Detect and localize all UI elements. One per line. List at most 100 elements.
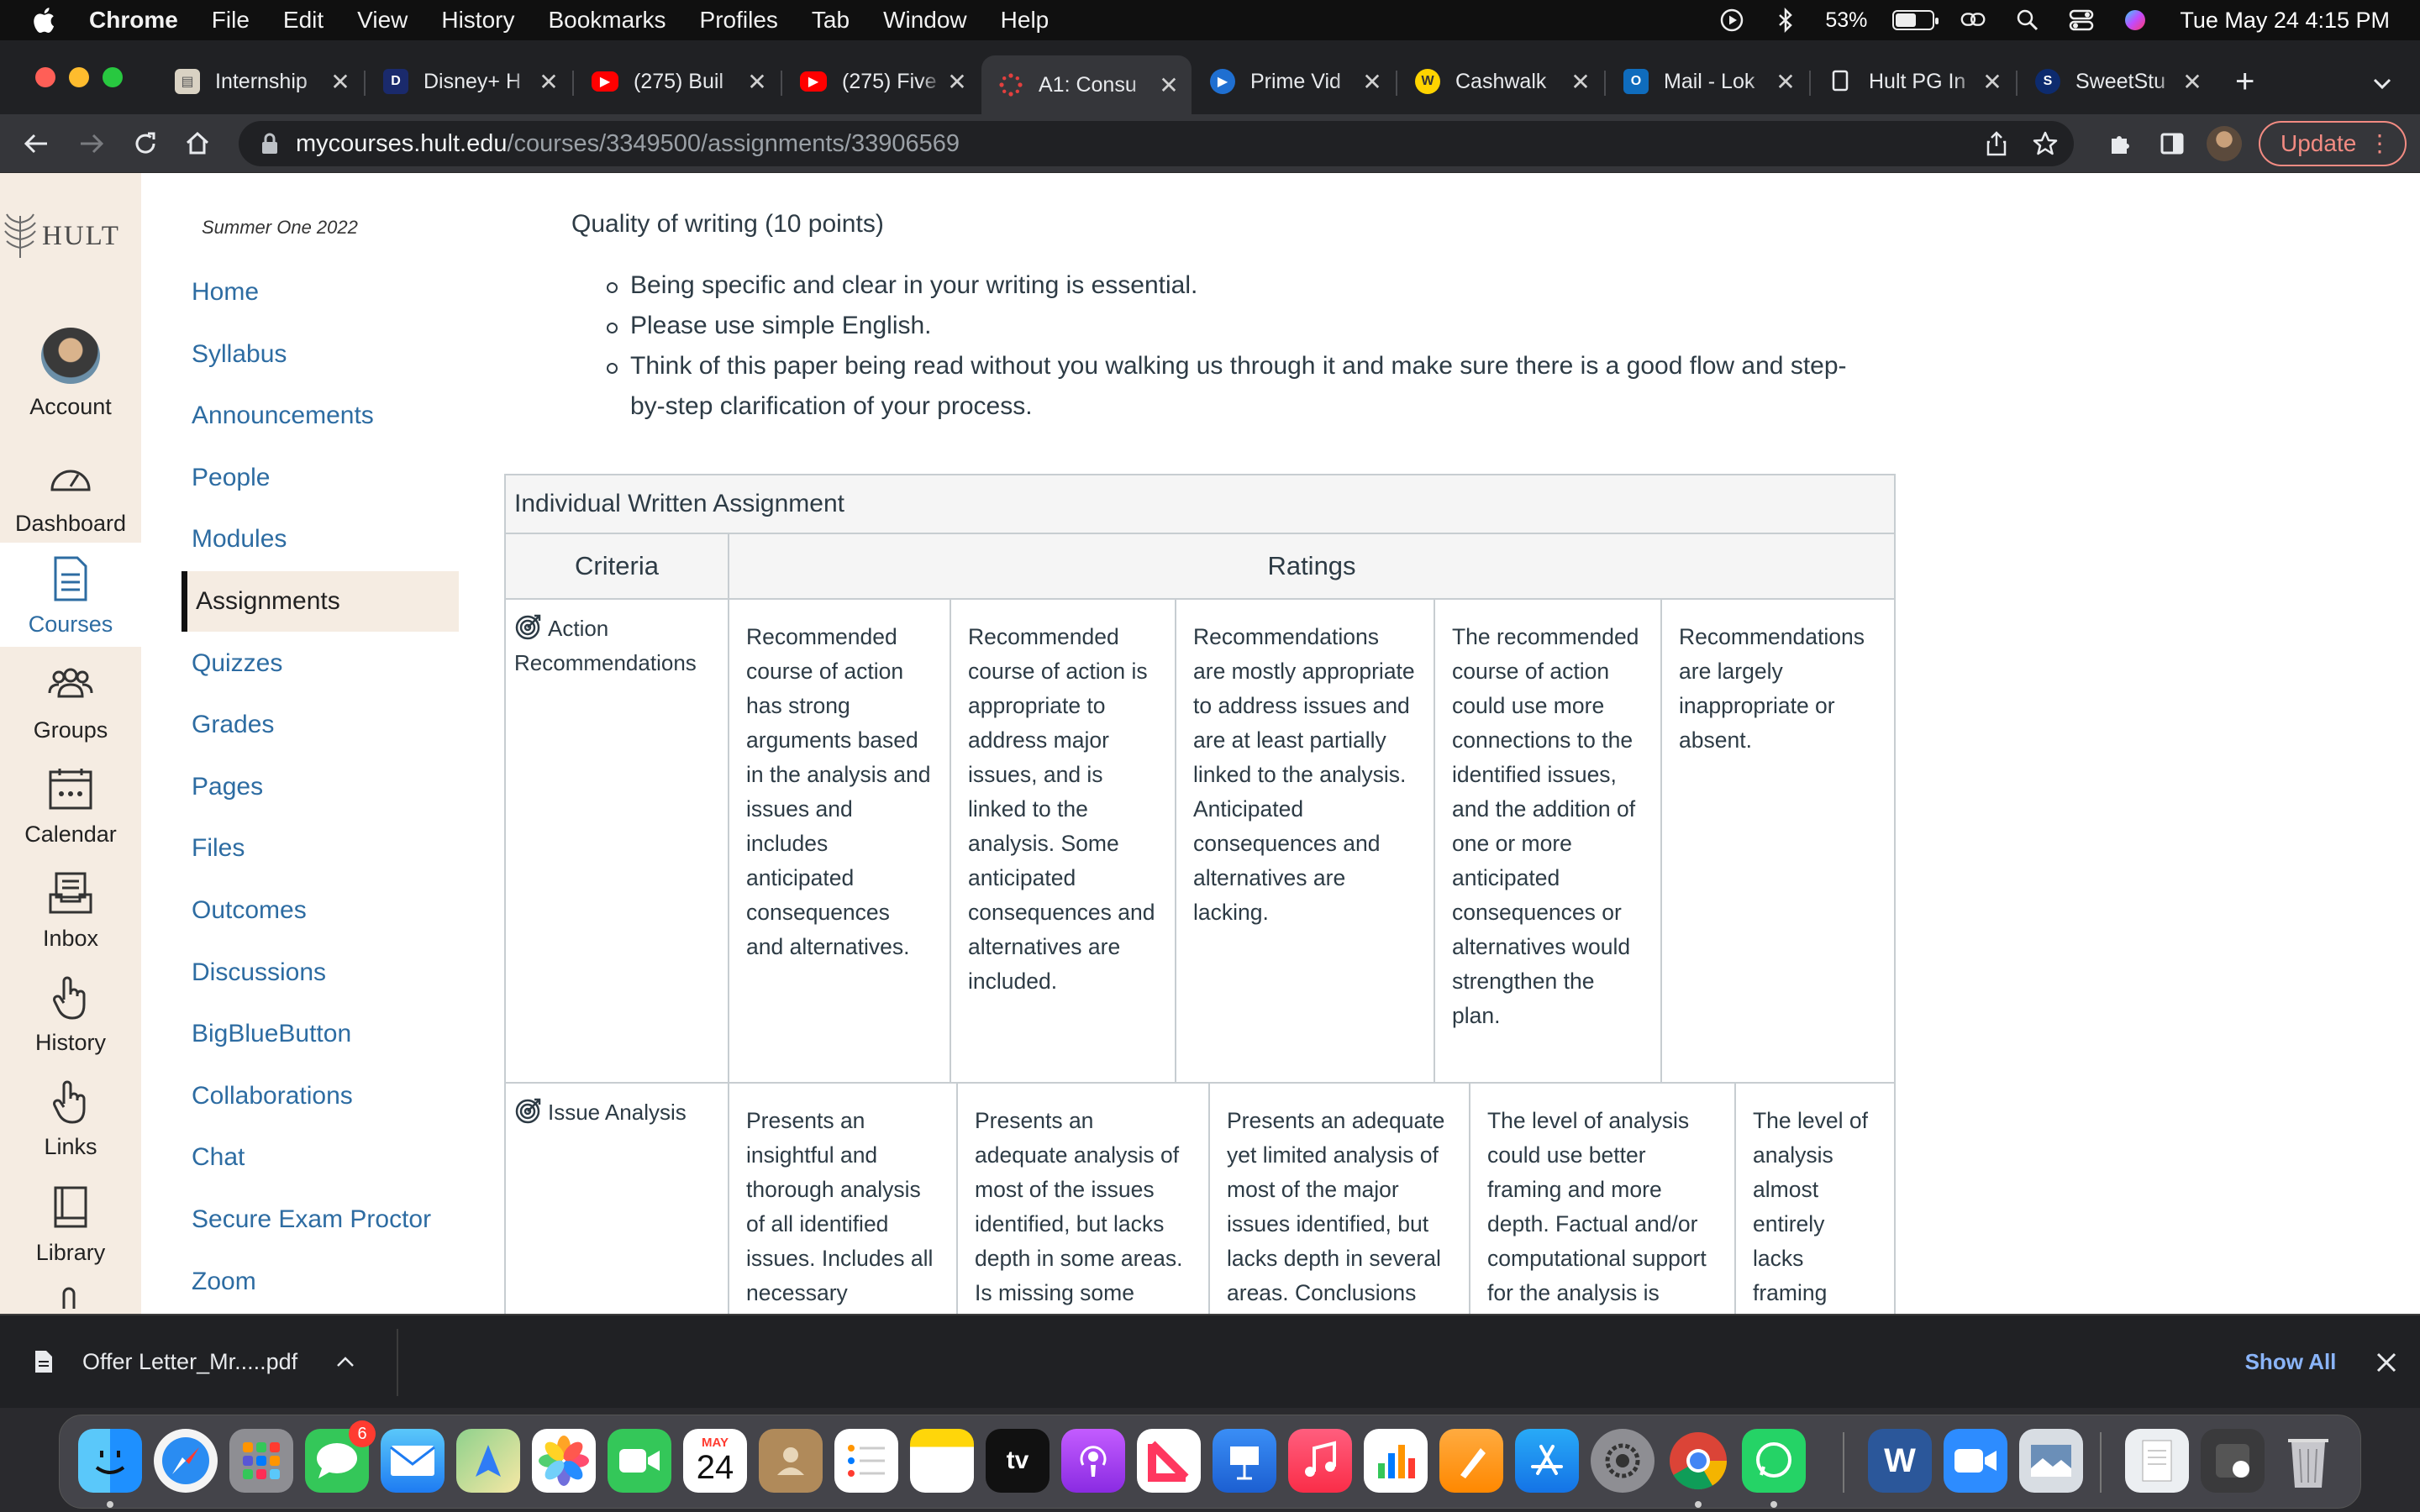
numbers-icon[interactable] xyxy=(1364,1429,1428,1493)
course-nav-chat[interactable]: Chat xyxy=(192,1127,469,1188)
global-nav-links[interactable]: Links xyxy=(0,1065,141,1169)
global-nav-more[interactable] xyxy=(0,1280,141,1314)
tab-sweetstudy[interactable]: S SweetStu ✕ xyxy=(2018,55,2215,108)
global-nav-dashboard[interactable]: Dashboard xyxy=(0,442,141,546)
course-nav-syllabus[interactable]: Syllabus xyxy=(192,324,469,385)
menu-help[interactable]: Help xyxy=(1001,7,1050,34)
apple-icon[interactable] xyxy=(30,5,60,35)
course-nav-outcomes[interactable]: Outcomes xyxy=(192,880,469,941)
launchpad-icon[interactable] xyxy=(229,1429,293,1493)
menu-edit[interactable]: Edit xyxy=(283,7,324,34)
extensions-puzzle-icon[interactable] xyxy=(2104,128,2136,160)
address-bar[interactable]: mycourses.hult.edu/courses/3349500/assig… xyxy=(239,121,2074,166)
course-nav-modules[interactable]: Modules xyxy=(192,509,469,570)
close-tab-icon[interactable]: ✕ xyxy=(1566,68,1595,96)
menu-bar-clock[interactable]: Tue May 24 4:15 PM xyxy=(2180,8,2390,34)
close-tab-icon[interactable]: ✕ xyxy=(943,68,971,96)
finder-icon[interactable] xyxy=(78,1429,142,1493)
download-item[interactable]: Offer Letter_Mr.....pdf xyxy=(34,1341,355,1383)
chevron-up-icon[interactable] xyxy=(336,1356,355,1368)
contacts-icon[interactable] xyxy=(759,1429,823,1493)
course-nav-pages[interactable]: Pages xyxy=(192,757,469,817)
tab-youtube-1[interactable]: ▶ (275) Buil ✕ xyxy=(575,55,780,108)
menu-chrome[interactable]: Chrome xyxy=(89,7,178,34)
photos-icon[interactable] xyxy=(532,1429,596,1493)
downloads-stack-icon[interactable] xyxy=(2201,1429,2265,1493)
course-nav-secure-exam-proctor[interactable]: Secure Exam Proctor xyxy=(192,1189,469,1250)
course-nav-people[interactable]: People xyxy=(192,448,469,508)
close-tab-icon[interactable]: ✕ xyxy=(1771,68,1800,96)
zoom-window-button[interactable] xyxy=(103,67,123,87)
menu-view[interactable]: View xyxy=(357,7,408,34)
menu-history[interactable]: History xyxy=(441,7,514,34)
news-icon[interactable] xyxy=(1137,1429,1201,1493)
bluetooth-icon[interactable] xyxy=(1771,8,1800,33)
pages-icon[interactable] xyxy=(1439,1429,1503,1493)
podcasts-icon[interactable] xyxy=(1061,1429,1125,1493)
spotlight-search-icon[interactable] xyxy=(2013,8,2042,33)
tab-a1-consulting[interactable]: A1: Consu ✕ xyxy=(981,55,1192,114)
new-tab-button[interactable]: + xyxy=(2235,65,2254,98)
safari-icon[interactable] xyxy=(154,1429,218,1493)
menu-tab[interactable]: Tab xyxy=(812,7,850,34)
close-tab-icon[interactable]: ✕ xyxy=(1155,71,1183,99)
close-tab-icon[interactable]: ✕ xyxy=(2178,68,2207,96)
menu-window[interactable]: Window xyxy=(883,7,967,34)
battery-icon[interactable] xyxy=(1892,10,1939,30)
reminders-icon[interactable] xyxy=(834,1429,898,1493)
close-tab-icon[interactable]: ✕ xyxy=(1978,68,2007,96)
play-circle-icon[interactable] xyxy=(1718,8,1746,33)
course-nav-collaborations[interactable]: Collaborations xyxy=(192,1066,469,1126)
course-nav-zoom[interactable]: Zoom xyxy=(192,1252,469,1312)
side-panel-icon[interactable] xyxy=(2156,128,2188,160)
menu-profiles[interactable]: Profiles xyxy=(700,7,778,34)
close-tab-icon[interactable]: ✕ xyxy=(534,68,563,96)
close-tab-icon[interactable]: ✕ xyxy=(326,68,355,96)
siri-icon[interactable] xyxy=(2121,8,2149,33)
calendar-app-icon[interactable]: MAY 24 xyxy=(683,1429,747,1493)
facetime-icon[interactable] xyxy=(608,1429,671,1493)
global-nav-inbox[interactable]: Inbox xyxy=(0,857,141,961)
course-nav-announcements[interactable]: Announcements xyxy=(192,386,469,446)
course-nav-discussions[interactable]: Discussions xyxy=(192,942,469,1003)
tab-disney[interactable]: D Disney+ H ✕ xyxy=(366,55,571,108)
maps-icon[interactable] xyxy=(456,1429,520,1493)
menu-file[interactable]: File xyxy=(212,7,250,34)
course-nav-assignments[interactable]: Assignments xyxy=(182,571,459,632)
update-button[interactable]: Update ⋮ xyxy=(2259,121,2407,166)
tab-hult-pg[interactable]: Hult PG In ✕ xyxy=(1812,55,2015,108)
course-nav-quizzes[interactable]: Quizzes xyxy=(192,633,469,694)
microsoft-word-icon[interactable]: W xyxy=(1868,1429,1932,1493)
lock-icon[interactable] xyxy=(260,132,279,155)
apple-tv-icon[interactable]: tv xyxy=(986,1429,1050,1493)
control-center-icon[interactable] xyxy=(2067,8,2096,33)
global-nav-account[interactable]: Account xyxy=(0,316,141,420)
close-tab-icon[interactable]: ✕ xyxy=(743,68,771,96)
screen-mirroring-icon[interactable] xyxy=(1960,8,1988,33)
course-nav-bigbluebutton[interactable]: BigBlueButton xyxy=(192,1004,469,1064)
document-stack-icon[interactable] xyxy=(2125,1429,2189,1493)
tab-internship[interactable]: ▤ Internship ✕ xyxy=(158,55,363,108)
tab-cashwalk[interactable]: W Cashwalk ✕ xyxy=(1398,55,1603,108)
hult-logo[interactable]: HULT xyxy=(0,213,141,258)
course-nav-grades[interactable]: Grades xyxy=(192,695,469,755)
tab-prime-video[interactable]: ▶ Prime Vid ✕ xyxy=(1193,55,1395,108)
global-nav-history[interactable]: History xyxy=(0,961,141,1065)
close-tab-icon[interactable]: ✕ xyxy=(1358,68,1386,96)
chrome-icon[interactable] xyxy=(1666,1429,1730,1493)
preview-icon[interactable] xyxy=(2019,1429,2083,1493)
back-arrow-icon[interactable] xyxy=(20,128,52,160)
course-nav-files[interactable]: Files xyxy=(192,818,469,879)
bookmark-star-icon[interactable] xyxy=(2028,128,2062,160)
tab-youtube-2[interactable]: ▶ (275) Five ✕ xyxy=(783,55,980,108)
global-nav-library[interactable]: Library xyxy=(0,1171,141,1275)
minimize-window-button[interactable] xyxy=(69,67,89,87)
global-nav-calendar[interactable]: Calendar xyxy=(0,753,141,857)
tab-search-chevron-icon[interactable] xyxy=(2370,71,2395,96)
course-nav-home[interactable]: Home xyxy=(192,262,469,323)
close-window-button[interactable] xyxy=(35,67,55,87)
whatsapp-icon[interactable] xyxy=(1742,1429,1806,1493)
trash-icon[interactable] xyxy=(2276,1429,2340,1493)
more-vert-icon[interactable]: ⋮ xyxy=(2368,131,2391,156)
profile-avatar[interactable] xyxy=(2207,126,2242,161)
